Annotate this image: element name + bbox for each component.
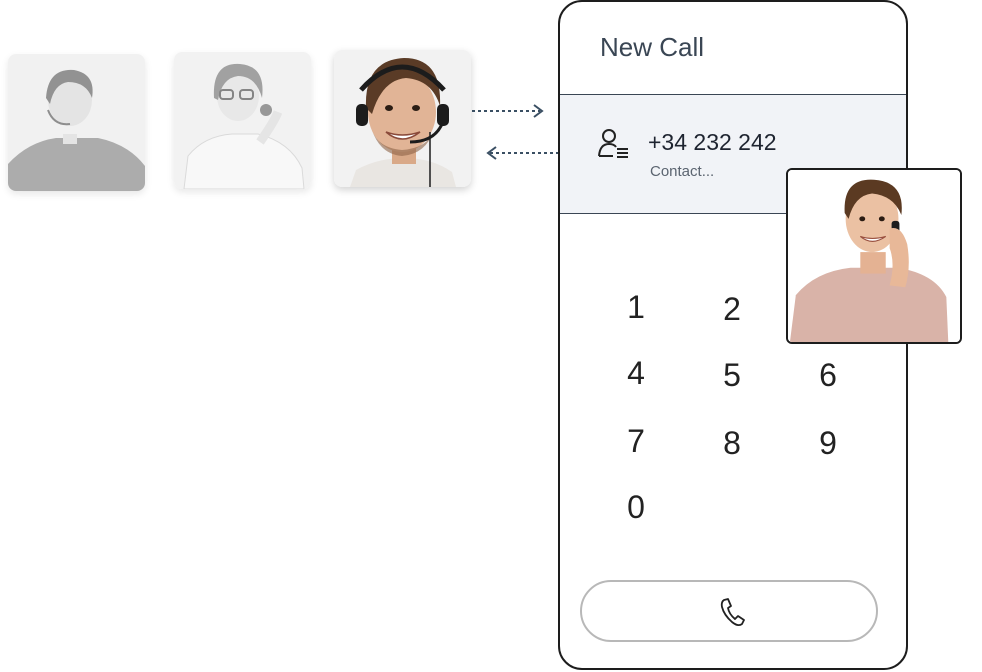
outgoing-arrow-icon <box>472 104 544 118</box>
phone-icon <box>720 598 745 627</box>
key-9[interactable]: 9 <box>800 418 856 468</box>
key-5[interactable]: 5 <box>704 350 760 400</box>
key-8[interactable]: 8 <box>704 418 760 468</box>
caller-photo <box>788 170 960 342</box>
agent-photo-2 <box>174 52 311 189</box>
agent-card-3[interactable] <box>334 50 471 187</box>
contact-label: Contact... <box>650 163 715 180</box>
key-0[interactable]: 0 <box>608 482 664 532</box>
call-button[interactable] <box>580 580 878 642</box>
agent-photo-3 <box>334 50 471 187</box>
page-title: New Call <box>600 32 705 62</box>
key-1[interactable]: 1 <box>608 282 664 332</box>
agent-card-1[interactable] <box>8 54 145 191</box>
contact-list-icon <box>598 129 628 158</box>
key-6[interactable]: 6 <box>800 350 856 400</box>
key-2[interactable]: 2 <box>704 284 760 334</box>
agent-photo-1 <box>8 54 145 191</box>
key-4[interactable]: 4 <box>608 348 664 398</box>
caller-video <box>786 168 962 344</box>
agent-card-2[interactable] <box>174 52 311 189</box>
incoming-arrow-icon <box>486 146 558 160</box>
key-7[interactable]: 7 <box>608 416 664 466</box>
dialed-number: +34 232 242 <box>648 129 777 155</box>
